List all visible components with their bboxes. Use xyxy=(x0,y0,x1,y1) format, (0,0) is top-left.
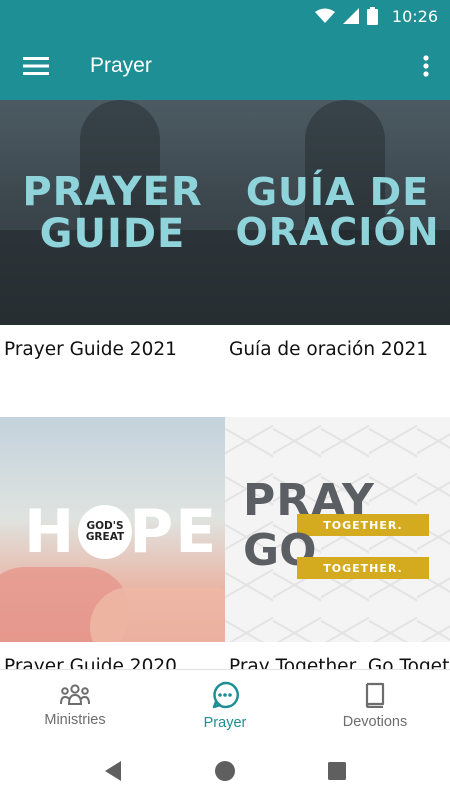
menu-button[interactable] xyxy=(0,32,72,100)
nav-label: Ministries xyxy=(44,712,106,728)
card-title: Prayer Guide 2020 xyxy=(4,656,177,669)
hamburger-icon xyxy=(23,57,49,75)
card-title: Prayer Guide 2021 xyxy=(4,339,177,360)
nav-label: Prayer xyxy=(203,715,247,731)
recents-button[interactable] xyxy=(281,742,393,800)
card-guia-de-oracion-2021[interactable]: GUÍA DE ORACIÓN Guía de oración 2021 xyxy=(225,100,450,360)
battery-icon xyxy=(366,7,378,25)
page-title: Prayer xyxy=(90,54,152,77)
thumbnail-text: GUÍA DE ORACIÓN xyxy=(235,169,440,254)
nav-label: Devotions xyxy=(342,714,408,730)
card-pray-together[interactable]: PRAY TOGETHER. GO TOGETHER. Pray Togethe… xyxy=(225,417,450,669)
prayer-chat-icon xyxy=(212,681,239,709)
pray-together-thumbnail: PRAY TOGETHER. GO TOGETHER. xyxy=(225,417,450,642)
guia-de-oracion-thumbnail: GUÍA DE ORACIÓN xyxy=(225,100,450,325)
gods-great-badge: GOD'S GREAT xyxy=(78,505,132,559)
bottom-navigation: Ministries Prayer Devotions xyxy=(0,669,450,742)
nav-prayer[interactable]: Prayer xyxy=(150,670,300,742)
more-vert-icon xyxy=(423,55,429,77)
card-prayer-guide-2021[interactable]: PRAYER GUIDE Prayer Guide 2021 xyxy=(0,100,225,360)
overflow-menu-button[interactable] xyxy=(402,32,450,100)
prayer-guide-2021-thumbnail: PRAYER GUIDE xyxy=(0,100,225,325)
home-button[interactable] xyxy=(169,742,281,800)
recents-square-icon xyxy=(328,762,346,780)
card-title: Pray Together, Go Together. xyxy=(229,656,450,669)
prayer-grid: PRAYER GUIDE Prayer Guide 2021 GUÍA DE O… xyxy=(0,100,450,669)
nav-ministries[interactable]: Ministries xyxy=(0,670,150,742)
signal-icon xyxy=(342,8,359,24)
back-triangle-icon xyxy=(105,761,121,781)
wifi-icon xyxy=(314,8,335,23)
system-navigation-bar xyxy=(0,742,450,800)
book-icon xyxy=(365,682,385,708)
app-bar: Prayer xyxy=(0,32,450,100)
status-bar: 10:26 xyxy=(0,0,450,32)
together-bar: TOGETHER. xyxy=(297,557,429,579)
card-title: Guía de oración 2021 xyxy=(229,339,429,360)
people-icon xyxy=(60,684,90,705)
home-circle-icon xyxy=(215,761,235,781)
nav-devotions[interactable]: Devotions xyxy=(300,670,450,742)
together-bar: TOGETHER. xyxy=(297,514,429,536)
clock: 10:26 xyxy=(391,6,438,26)
back-button[interactable] xyxy=(57,742,169,800)
card-prayer-guide-2020[interactable]: HOPE GOD'S GREAT Prayer Guide 2020 xyxy=(0,417,225,669)
thumbnail-text: PRAYER GUIDE xyxy=(22,168,203,257)
prayer-guide-2020-thumbnail: HOPE GOD'S GREAT xyxy=(0,417,225,642)
